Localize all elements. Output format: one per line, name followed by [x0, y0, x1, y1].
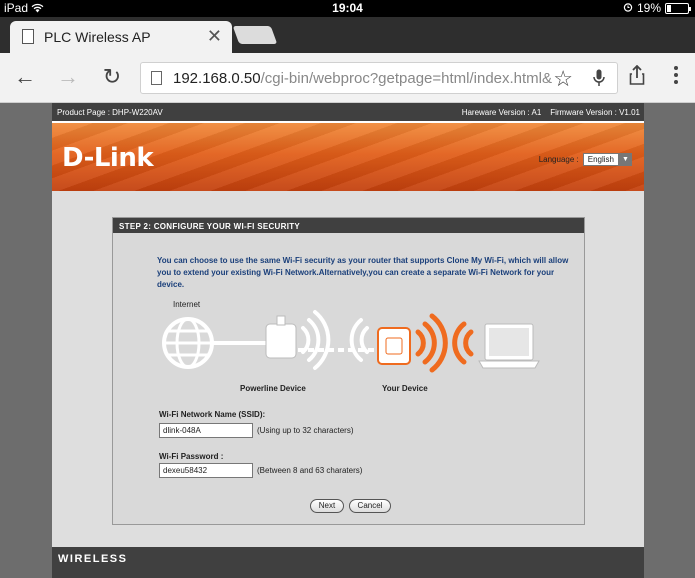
- ssid-hint: (Using up to 32 characters): [257, 426, 354, 435]
- chevron-down-icon: ▼: [618, 154, 631, 165]
- close-tab-icon[interactable]: ✕: [207, 26, 222, 47]
- content-area: STEP 2: CONFIGURE YOUR WI-FI SECURITY Yo…: [52, 191, 644, 547]
- wizard-panel: STEP 2: CONFIGURE YOUR WI-FI SECURITY Yo…: [112, 217, 585, 525]
- battery-icon: [665, 2, 691, 14]
- powerline-device-label: Powerline Device: [240, 384, 306, 393]
- cancel-button[interactable]: Cancel: [349, 499, 391, 513]
- next-button[interactable]: Next: [310, 499, 344, 513]
- page-info-icon[interactable]: [151, 71, 162, 85]
- left-wifi-icon: [349, 318, 369, 362]
- firmware-version: Firmware Version : V1.01: [550, 108, 640, 117]
- diagram-graphic: [162, 310, 540, 373]
- browser-tab[interactable]: PLC Wireless AP ✕: [10, 21, 232, 53]
- url-path: /cgi-bin/webproc?getpage=html/index.html…: [260, 70, 553, 87]
- reload-icon[interactable]: ↻: [99, 65, 125, 89]
- network-diagram: Internet Powerline Device Your Device: [153, 298, 543, 398]
- version-info: Hareware Version : A1 Firmware Version :…: [462, 108, 640, 117]
- laptop-icon: [478, 323, 540, 369]
- laptop-wifi-icon: [452, 321, 474, 365]
- product-bar: Product Page : DHP-W220AV Hareware Versi…: [52, 103, 644, 121]
- battery-percent: 19%: [636, 1, 661, 15]
- device-wifi-icon: [415, 313, 448, 373]
- browser-toolbar: ← → ↻ 192.168.0.50/cgi-bin/webproc?getpa…: [0, 53, 695, 103]
- page-icon: [22, 29, 34, 44]
- footer-wireless: WIRELESS: [58, 553, 128, 565]
- powerline-device-icon: [265, 315, 297, 359]
- your-device-label: Your Device: [382, 384, 428, 393]
- bookmark-star-icon[interactable]: ☆: [553, 66, 573, 92]
- globe-icon: [162, 317, 214, 369]
- dlink-logo: D-Link: [62, 143, 154, 173]
- status-time: 19:04: [332, 1, 363, 15]
- router-page: Product Page : DHP-W220AV Hareware Versi…: [52, 103, 644, 578]
- footer-bar: WIRELESS: [52, 547, 644, 578]
- share-icon[interactable]: [624, 64, 650, 90]
- powerline-wifi-icon: [301, 310, 331, 370]
- language-dropdown[interactable]: English ▼: [582, 153, 632, 166]
- tab-title: PLC Wireless AP: [44, 29, 151, 45]
- back-arrow-icon[interactable]: ←: [12, 65, 38, 89]
- microphone-icon[interactable]: [593, 69, 605, 87]
- status-bar: iPad 19:04 19%: [0, 0, 695, 17]
- password-input[interactable]: [159, 463, 253, 478]
- step-title: STEP 2: CONFIGURE YOUR WI-FI SECURITY: [113, 218, 584, 233]
- language-selector: Language : English ▼: [539, 153, 632, 166]
- header-banner: D-Link Language : English ▼: [52, 123, 644, 191]
- url-host: 192.168.0.50: [173, 70, 261, 87]
- hardware-version: Hareware Version : A1: [461, 108, 542, 117]
- step-description: You can choose to use the same Wi-Fi sec…: [157, 256, 569, 289]
- ssid-input[interactable]: [159, 423, 253, 438]
- status-right: 19%: [623, 1, 691, 15]
- password-hint: (Between 8 and 63 charaters): [257, 466, 363, 475]
- battery-fill: [667, 4, 671, 12]
- menu-dots-icon[interactable]: [663, 65, 689, 89]
- product-page-label: Product Page : DHP-W220AV: [57, 108, 163, 117]
- language-value: English: [587, 155, 614, 164]
- address-bar[interactable]: 192.168.0.50/cgi-bin/webproc?getpage=htm…: [140, 62, 618, 94]
- language-label: Language :: [538, 155, 579, 164]
- your-device-icon: [377, 327, 411, 365]
- password-label: Wi-Fi Password :: [159, 452, 224, 461]
- url-text[interactable]: 192.168.0.50/cgi-bin/webproc?getpage=htm…: [173, 70, 552, 87]
- alarm-icon: [623, 1, 633, 15]
- ssid-label: Wi-Fi Network Name (SSID):: [159, 410, 266, 419]
- tab-strip: PLC Wireless AP ✕: [0, 17, 695, 53]
- forward-arrow-icon[interactable]: →: [55, 65, 81, 89]
- new-tab-button[interactable]: [232, 26, 278, 44]
